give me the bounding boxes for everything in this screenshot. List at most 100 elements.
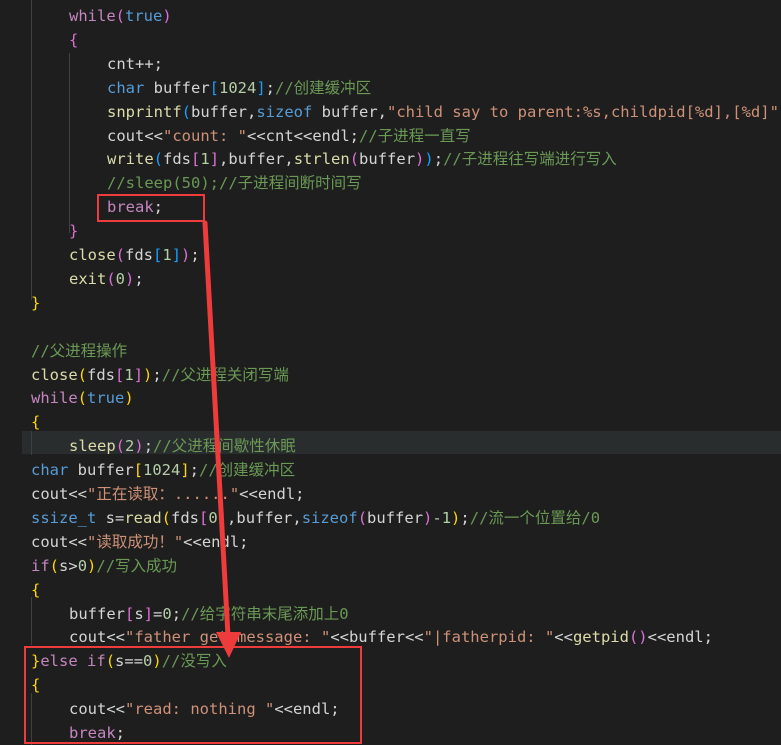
code-line[interactable]: { — [31, 410, 40, 434]
code-token: = — [153, 604, 163, 623]
code-editor[interactable]: while(true){cnt++; char buffer[1024];//创建… — [0, 0, 781, 745]
code-token: true — [125, 7, 163, 25]
code-token: ( — [357, 508, 368, 527]
code-token: ) — [162, 7, 172, 25]
code-line[interactable]: if(s>0)//写入成功 — [31, 554, 177, 578]
code-token: [ — [125, 604, 135, 623]
code-token: ] — [217, 508, 228, 527]
code-line[interactable]: close(fds[1]); — [69, 243, 200, 267]
code-line[interactable]: cout<<"count: "<<cnt<<endl;//子进程一直写 — [107, 124, 471, 148]
code-token: -1 — [432, 508, 452, 527]
code-line[interactable]: char buffer[1024];//创建缓冲区 — [31, 458, 295, 482]
code-line[interactable]: buffer[s]=0;//给字符串末尾添加上0 — [69, 602, 349, 626]
code-token: s> — [59, 556, 78, 575]
code-line[interactable]: { — [69, 28, 78, 52]
code-token: //创建缓冲区 — [275, 78, 372, 97]
code-token: <<cnt<<endl; — [247, 126, 359, 145]
code-token: ] — [180, 461, 190, 480]
code-token: ) — [124, 389, 134, 408]
code-line[interactable]: ssize_t s=read(fds[0],buffer,sizeof(buff… — [31, 506, 600, 530]
code-token: ; — [265, 78, 276, 97]
code-line[interactable]: exit(0); — [69, 267, 144, 291]
code-token: ) — [181, 246, 191, 264]
code-token: cout<< — [31, 485, 87, 503]
code-token: //父进程关闭写端 — [161, 365, 289, 384]
code-token: ; — [460, 508, 470, 527]
code-token: ( — [106, 269, 116, 288]
code-line[interactable]: char buffer[1024];//创建缓冲区 — [107, 76, 371, 100]
code-line[interactable]: //父进程操作 — [31, 339, 127, 363]
code-token: "正在读取：......" — [87, 485, 240, 503]
code-line[interactable]: while(true) — [31, 386, 134, 410]
code-token: fds — [163, 150, 192, 169]
code-token: if — [31, 556, 50, 575]
code-token: <<endl; — [183, 532, 249, 551]
code-token: while — [69, 7, 116, 25]
indent-guide — [31, 431, 32, 455]
code-token: ,buffer, — [227, 508, 302, 527]
code-token: read — [124, 508, 162, 527]
code-token: 1 — [162, 246, 172, 264]
code-token: ) — [424, 150, 434, 169]
code-token: ( — [77, 389, 88, 408]
code-token: <<endl; — [647, 628, 713, 647]
code-token: buffer — [367, 508, 424, 527]
code-line[interactable]: //sleep(50);//子进程间断时间写 — [107, 171, 362, 195]
code-line[interactable]: } — [69, 219, 78, 243]
code-token: //sleep(50);//子进程间断时间写 — [107, 174, 362, 193]
code-token: //给字符串末尾添加上0 — [181, 604, 349, 623]
code-token: ] — [171, 246, 182, 264]
code-token: //父进程操作 — [31, 341, 128, 360]
code-line[interactable]: cout<<"读取成功！"<<endl; — [31, 530, 249, 554]
code-token: strlen — [293, 150, 350, 169]
indent-guide — [31, 597, 32, 645]
code-token: ( — [181, 102, 191, 121]
code-token: buffer — [69, 604, 125, 623]
code-token: 2 — [125, 437, 135, 456]
code-line[interactable]: close(fds[1]);//父进程关闭写端 — [31, 363, 289, 387]
code-token: 0 — [162, 604, 172, 623]
code-token: "读取成功！" — [87, 532, 184, 551]
code-token: 1024 — [143, 461, 181, 480]
code-token: } — [69, 222, 79, 241]
code-token: "|fatherpid: " — [423, 628, 555, 647]
annotation-box-else-if — [24, 646, 362, 744]
code-token: buffer, — [312, 102, 387, 121]
code-line[interactable]: cnt++; — [107, 52, 163, 76]
code-token: [ — [199, 508, 209, 527]
code-line[interactable]: } — [31, 291, 40, 315]
code-token: () — [628, 628, 648, 647]
indent-guide — [31, 0, 32, 300]
code-token: ] — [256, 78, 266, 97]
code-token: sleep — [69, 437, 116, 456]
code-token: fds — [171, 508, 199, 527]
code-line[interactable]: while(true) — [69, 4, 172, 28]
code-token: { — [69, 30, 79, 49]
code-token: buffer, — [191, 102, 257, 121]
code-token: ( — [153, 150, 164, 169]
code-token: ] — [209, 150, 220, 169]
code-line[interactable]: { — [31, 578, 40, 602]
code-token: "child say to parent:%s,childpid[%d],[%d… — [386, 102, 779, 121]
code-line[interactable]: sleep(2);//父进程间歇性休眠 — [69, 434, 296, 458]
code-line[interactable]: write(fds[1],buffer,strlen(buffer));//子进… — [107, 147, 617, 171]
code-line[interactable]: snprintf(buffer,sizeof buffer,"child say… — [107, 100, 779, 124]
code-line[interactable]: cout<<"正在读取：......"<<endl; — [31, 482, 304, 506]
code-token: ; — [190, 246, 200, 264]
code-token: //父进程间歇性休眠 — [153, 437, 296, 456]
code-token: s= — [96, 508, 125, 527]
code-token: buffer — [144, 78, 210, 97]
code-token: ) — [143, 365, 153, 384]
code-token: ) — [415, 150, 425, 169]
code-token: //创建缓冲区 — [199, 461, 296, 480]
code-token: <<buffer<< — [330, 628, 424, 647]
code-token: while — [31, 389, 78, 408]
indent-guide — [69, 53, 70, 233]
code-token: [ — [115, 365, 125, 384]
code-token: 0 — [208, 508, 218, 527]
code-token: << — [554, 628, 573, 647]
code-token: buffer — [68, 461, 134, 480]
code-token: ( — [115, 7, 126, 25]
code-token: fds — [87, 365, 116, 384]
code-token: exit — [69, 269, 107, 288]
